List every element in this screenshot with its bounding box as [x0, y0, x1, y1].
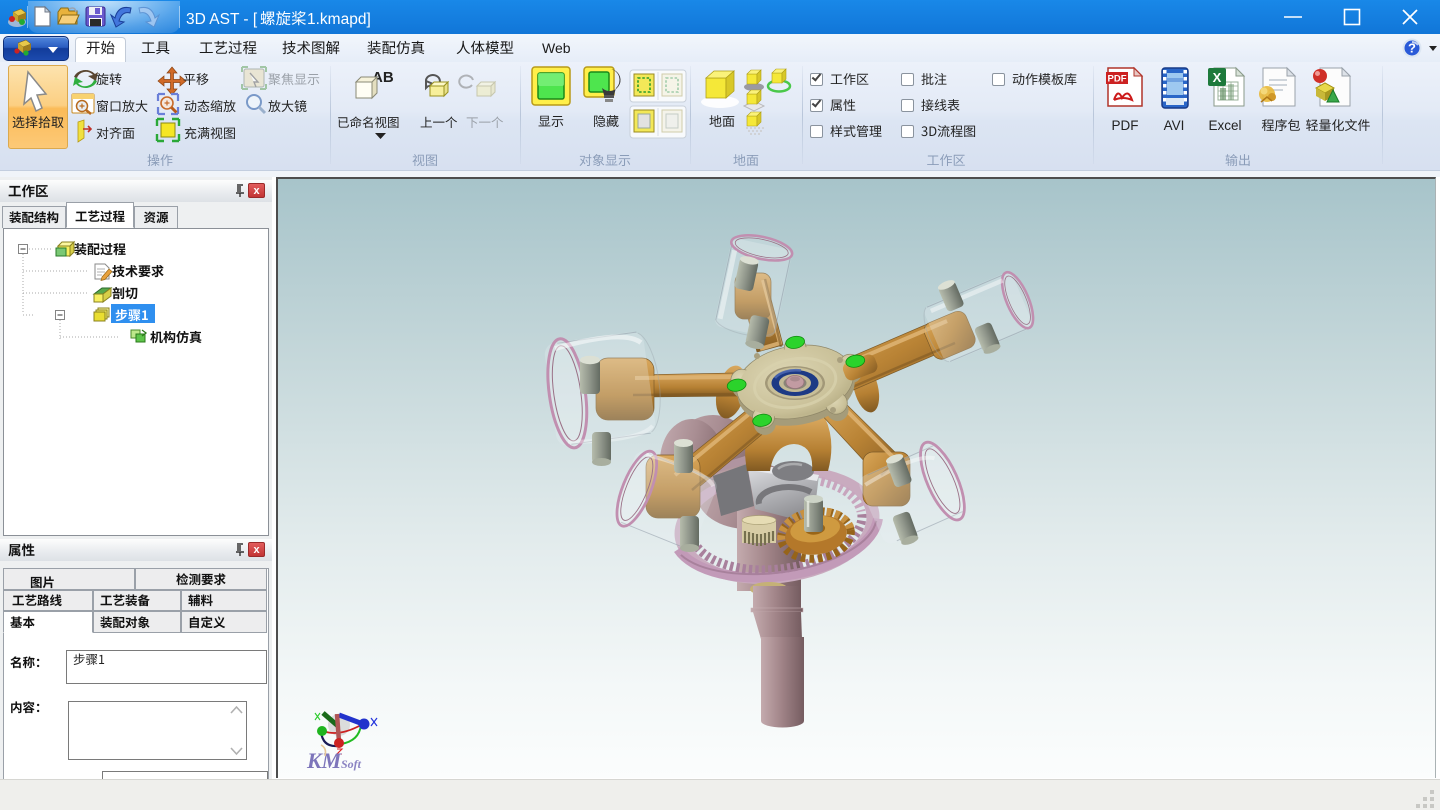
svg-text:Excel: Excel	[1208, 118, 1241, 133]
svg-text:AVI: AVI	[1164, 118, 1185, 133]
svg-text:PDF: PDF	[1112, 118, 1139, 133]
svg-text:3D AST - [: 3D AST - [	[186, 11, 258, 28]
svg-text:Web: Web	[542, 40, 571, 56]
svg-text:1.kmapd]: 1.kmapd]	[307, 11, 371, 28]
